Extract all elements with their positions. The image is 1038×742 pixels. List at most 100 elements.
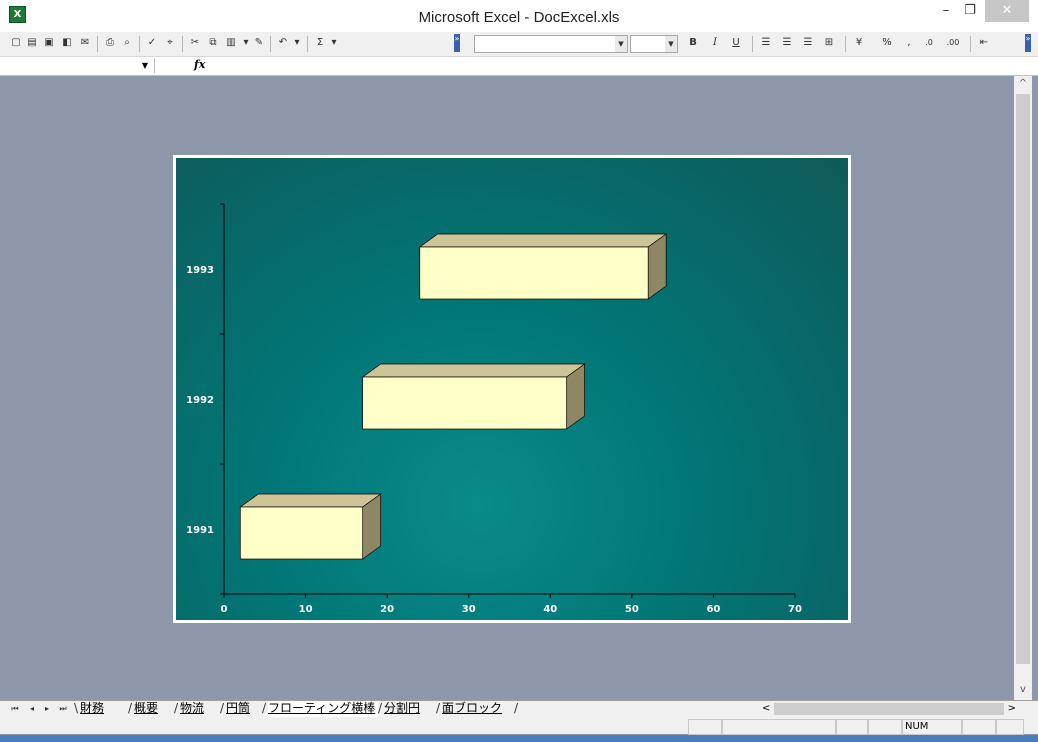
toolbar-separator [139, 36, 140, 52]
percent-icon[interactable]: % [880, 36, 894, 50]
copy-icon[interactable]: ⧉ [206, 36, 220, 50]
y-tick-label: 1991 [186, 525, 214, 536]
x-tick-label: 60 [706, 604, 720, 615]
bar-1993 [419, 246, 649, 300]
num-lock-indicator: NUM [902, 719, 962, 735]
name-box[interactable]: ▼ [6, 58, 155, 73]
italic-icon[interactable]: I [708, 36, 722, 50]
scroll-thumb[interactable] [1016, 94, 1030, 664]
bold-icon[interactable]: B [686, 36, 700, 50]
sheet-tab-bar: ⏮ ◂ ▸ ⏭ \ 財務 / 概要 / 物流 / 円筒 / フローティング横棒 / 分割円 / 面ブロック… [0, 700, 1038, 718]
sheet-tab-0[interactable]: 財務 [80, 701, 128, 717]
x-tick-label: 20 [380, 604, 394, 615]
research-icon[interactable]: ⌖ [163, 36, 177, 50]
sheet-tab-3[interactable]: 円筒 [226, 701, 262, 717]
tab-divider: / [514, 701, 519, 715]
title-bar: X Microsoft Excel - DocExcel.xls – ❐ ✕ [0, 0, 1038, 32]
font-size-select[interactable]: ▼ [630, 35, 678, 53]
x-tick-label: 10 [299, 604, 313, 615]
toolbar-separator [752, 36, 753, 52]
insert-function-icon[interactable]: fx [194, 58, 205, 71]
bar-1991 [239, 506, 364, 560]
format-painter-icon[interactable]: ✎ [252, 36, 266, 50]
chevron-down-icon[interactable]: ▼ [665, 36, 677, 52]
formula-input[interactable] [212, 58, 1032, 73]
y-tick-label: 1993 [186, 265, 214, 276]
tab-divider: / [436, 701, 441, 715]
tab-divider: / [220, 701, 225, 715]
scroll-right-icon[interactable]: > [1008, 702, 1016, 716]
chevron-down-icon[interactable]: ▼ [615, 36, 627, 52]
autosum-dropdown-icon[interactable]: ▾ [327, 36, 341, 50]
cut-icon[interactable]: ✂ [188, 36, 202, 50]
sheet-tab-5[interactable]: 分割円 [384, 701, 436, 717]
bar-top-1992 [361, 363, 586, 378]
x-tick-label: 40 [543, 604, 557, 615]
y-tick-label: 1992 [186, 395, 214, 406]
toolbar-separator [307, 36, 308, 52]
tab-divider: / [174, 701, 179, 715]
sheet-tab-1[interactable]: 概要 [134, 701, 174, 717]
align-right-icon[interactable]: ☰ [801, 36, 815, 50]
chart-area[interactable]: 0 10 20 30 40 50 60 70 1991 1992 1993 [173, 155, 851, 623]
font-name-select[interactable]: ▼ [474, 35, 628, 53]
bar-top-1991 [239, 493, 382, 508]
next-sheet-icon[interactable]: ▸ [42, 702, 52, 716]
restore-button[interactable]: ❐ [955, 0, 985, 22]
increase-decimal-icon[interactable]: .0 [922, 36, 936, 50]
print-icon[interactable]: ⎙ [103, 36, 117, 50]
sheet-tab-6[interactable]: 面ブロック [442, 701, 514, 717]
toolbar-options-icon[interactable]: » [454, 34, 460, 52]
tab-divider: / [378, 701, 383, 715]
last-sheet-icon[interactable]: ⏭ [58, 702, 68, 716]
save-icon[interactable]: ▣ [42, 36, 56, 50]
underline-icon[interactable]: U [729, 36, 743, 50]
formula-bar: ▼ fx [0, 57, 1038, 76]
scroll-down-icon[interactable]: v [1014, 682, 1032, 698]
decrease-indent-icon[interactable]: ⇤ [977, 36, 991, 50]
email-icon[interactable]: ✉ [78, 36, 92, 50]
prev-sheet-icon[interactable]: ◂ [27, 702, 37, 716]
new-icon[interactable]: ▢ [9, 36, 23, 50]
spelling-icon[interactable]: ✓ [145, 36, 159, 50]
paste-dropdown-icon[interactable]: ▾ [239, 36, 253, 50]
x-tick-label: 50 [625, 604, 639, 615]
bar-1992 [362, 376, 567, 430]
status-cell [996, 719, 1024, 735]
scroll-up-icon[interactable]: ^ [1014, 76, 1032, 92]
toolbar-separator [97, 36, 98, 52]
chevron-down-icon[interactable]: ▼ [142, 58, 148, 73]
sheet-tab-2[interactable]: 物流 [180, 701, 220, 717]
align-left-icon[interactable]: ☰ [759, 36, 773, 50]
undo-icon[interactable]: ↶ [276, 36, 290, 50]
tab-divider: / [128, 701, 133, 715]
plot-area[interactable]: 0 10 20 30 40 50 60 70 1991 1992 1993 [176, 158, 848, 620]
scroll-left-icon[interactable]: < [762, 702, 770, 716]
status-cell [688, 719, 722, 735]
close-button[interactable]: ✕ [985, 0, 1029, 22]
permission-icon[interactable]: ◧ [60, 36, 74, 50]
scroll-thumb[interactable] [774, 703, 1004, 715]
vertical-scrollbar[interactable]: ^ v [1014, 76, 1032, 700]
print-preview-icon[interactable]: ⌕ [120, 36, 134, 50]
sheet-tab-4[interactable]: フローティング横棒 [268, 701, 378, 717]
undo-dropdown-icon[interactable]: ▾ [290, 36, 304, 50]
comma-icon[interactable]: , [902, 36, 916, 50]
align-center-icon[interactable]: ☰ [780, 36, 794, 50]
floating-bar-chart: 0 10 20 30 40 50 60 70 1991 1992 1993 [186, 203, 802, 615]
first-sheet-icon[interactable]: ⏮ [10, 702, 20, 716]
toolbar-options-icon[interactable]: » [1025, 34, 1031, 52]
autosum-icon[interactable]: Σ [313, 36, 327, 50]
merge-center-icon[interactable]: ⊞ [822, 36, 836, 50]
toolbar-separator [182, 36, 183, 52]
x-tick-label: 70 [788, 604, 802, 615]
status-cell [836, 719, 868, 735]
open-icon[interactable]: ▤ [25, 36, 39, 50]
currency-icon[interactable]: ¥ [852, 36, 866, 50]
horizontal-scrollbar[interactable]: < > [760, 702, 1018, 716]
tab-divider: / [262, 701, 267, 715]
status-cell [868, 719, 902, 735]
decrease-decimal-icon[interactable]: .00 [946, 36, 960, 50]
paste-icon[interactable]: ▥ [224, 36, 238, 50]
x-tick-label: 30 [462, 604, 476, 615]
